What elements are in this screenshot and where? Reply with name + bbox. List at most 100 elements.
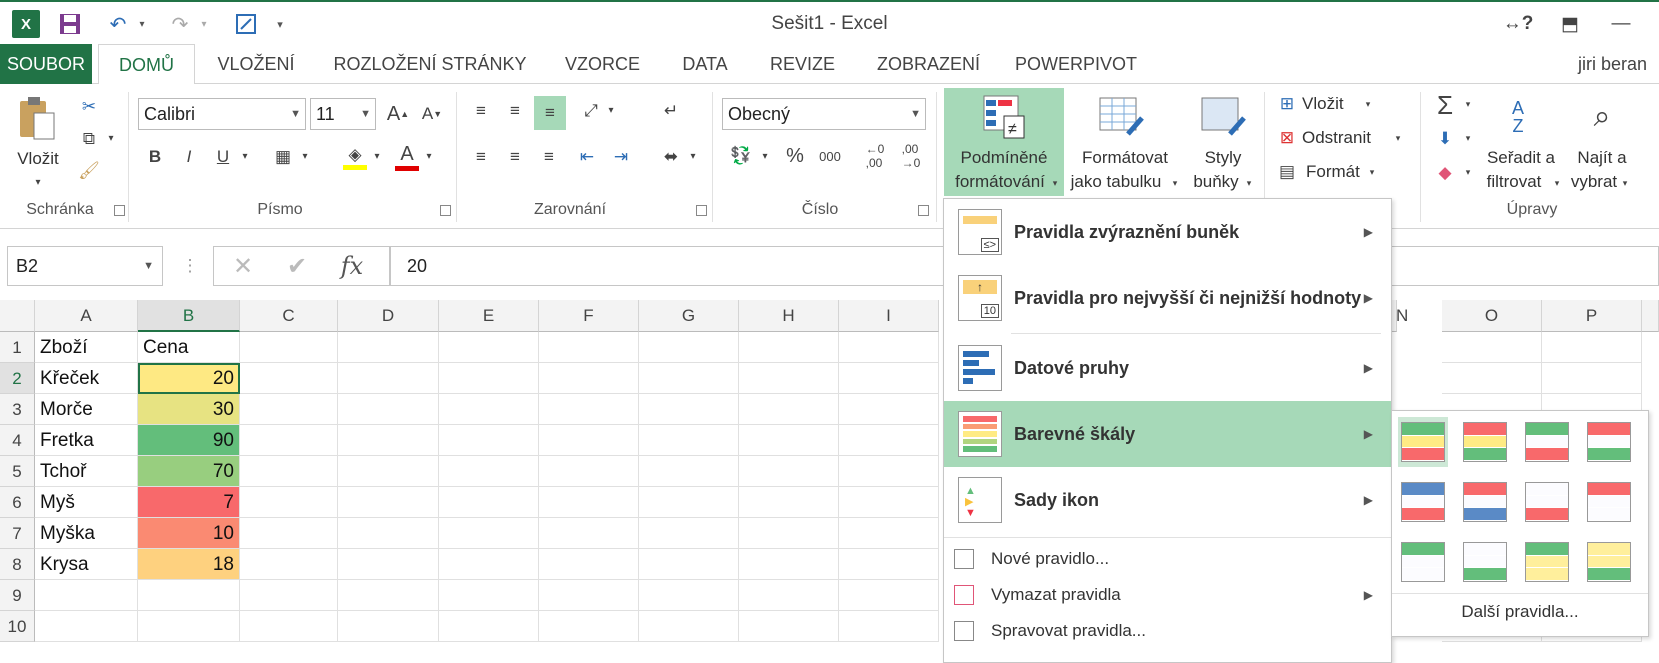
cell[interactable] xyxy=(639,549,739,580)
cell[interactable] xyxy=(739,456,839,487)
chevron-down-icon[interactable]: ▾ xyxy=(1462,128,1474,148)
row-header[interactable]: 2 xyxy=(0,363,35,394)
tab-data[interactable]: DATA xyxy=(670,44,740,84)
chevron-down-icon[interactable]: ▾ xyxy=(1462,94,1474,114)
delete-cells-label[interactable]: Odstranit xyxy=(1302,126,1392,150)
align-middle-icon[interactable]: ≡ xyxy=(500,96,530,126)
cell[interactable] xyxy=(739,425,839,456)
menu-item-icon-sets[interactable]: ▲ ▶ ▼ Sady ikon ▶ xyxy=(944,467,1391,533)
menu-item-manage-rules[interactable]: Spravovat pravidla... xyxy=(944,613,1391,649)
format-cells-icon[interactable]: ▤ xyxy=(1274,160,1300,184)
grow-font-icon[interactable]: A ▲ xyxy=(384,98,412,130)
format-painter-icon[interactable]: 🖌 xyxy=(74,156,104,186)
tab-file[interactable]: SOUBOR xyxy=(0,44,92,84)
cell-styles-label-1[interactable]: Styly xyxy=(1192,146,1254,170)
decrease-decimal-icon[interactable]: ,00 →0 xyxy=(894,140,928,172)
cell[interactable] xyxy=(839,456,939,487)
column-header[interactable]: F xyxy=(539,300,639,332)
font-size-combo[interactable]: 11 ▼ xyxy=(310,98,376,130)
tab-view[interactable]: ZOBRAZENÍ xyxy=(866,44,991,84)
cell[interactable] xyxy=(839,394,939,425)
row-header[interactable]: 7 xyxy=(0,518,35,549)
cell[interactable] xyxy=(539,549,639,580)
user-name[interactable]: jiri beran xyxy=(1578,44,1647,84)
shrink-font-icon[interactable]: A ▼ xyxy=(418,98,446,130)
cell-item[interactable]: Myš xyxy=(35,487,138,518)
format-as-table-label-2[interactable]: jako tabulku xyxy=(1062,170,1170,194)
cell-price[interactable]: 20 xyxy=(138,363,240,394)
alignment-launcher-icon[interactable] xyxy=(696,205,707,216)
cell-price[interactable]: 7 xyxy=(138,487,240,518)
cell-price[interactable]: 70 xyxy=(138,456,240,487)
orientation-dropdown-icon[interactable]: ▾ xyxy=(604,100,618,120)
sort-filter-label-2[interactable]: filtrovat xyxy=(1474,170,1554,194)
enter-icon[interactable]: ✔ xyxy=(282,251,312,281)
cell[interactable] xyxy=(639,487,739,518)
cell[interactable] xyxy=(639,456,739,487)
cancel-icon[interactable]: ✕ xyxy=(228,251,258,281)
cell[interactable] xyxy=(439,580,539,611)
menu-item-new-rule[interactable]: Nové pravidlo... xyxy=(944,541,1391,577)
insert-cells-label[interactable]: Vložit xyxy=(1302,92,1362,116)
conditional-formatting-button[interactable]: ≠ Podmíněné formátování ▾ xyxy=(944,88,1064,196)
cell[interactable] xyxy=(539,332,639,363)
column-header[interactable]: E xyxy=(439,300,539,332)
increase-decimal-icon[interactable]: ←0,00 xyxy=(858,140,892,172)
column-header[interactable]: D xyxy=(338,300,439,332)
cell[interactable] xyxy=(439,611,539,642)
cell[interactable] xyxy=(639,332,739,363)
column-header[interactable]: C xyxy=(240,300,338,332)
cell[interactable] xyxy=(839,363,939,394)
menu-item-top-bottom-rules[interactable]: ↑ 10 Pravidla pro nejvyšší či nejnižší ho… xyxy=(944,265,1391,331)
cell[interactable] xyxy=(839,549,939,580)
cell-styles-label-2[interactable]: buňky xyxy=(1186,170,1246,194)
row-header[interactable]: 10 xyxy=(0,611,35,642)
paste-icon[interactable] xyxy=(14,94,60,144)
cell[interactable] xyxy=(539,394,639,425)
cell[interactable] xyxy=(338,580,439,611)
cell[interactable] xyxy=(338,518,439,549)
cell[interactable] xyxy=(839,580,939,611)
color-scale-option[interactable] xyxy=(1460,417,1510,467)
chevron-down-icon[interactable]: ▾ xyxy=(1366,162,1378,182)
help-icon[interactable]: ↔? xyxy=(1500,10,1536,38)
color-scale-option[interactable] xyxy=(1522,537,1572,587)
color-scale-option[interactable] xyxy=(1460,477,1510,527)
cell[interactable] xyxy=(539,425,639,456)
cell[interactable] xyxy=(1442,332,1542,363)
cell[interactable] xyxy=(439,456,539,487)
cell-item[interactable]: Krysa xyxy=(35,549,138,580)
column-header[interactable]: A xyxy=(35,300,138,332)
cell[interactable] xyxy=(439,394,539,425)
bold-button[interactable]: B xyxy=(142,142,168,172)
cell[interactable] xyxy=(1542,363,1642,394)
cell[interactable] xyxy=(240,611,338,642)
underline-dropdown-icon[interactable]: ▾ xyxy=(238,146,252,166)
cell-styles-icon[interactable] xyxy=(1198,92,1248,142)
cell[interactable] xyxy=(439,487,539,518)
cell[interactable] xyxy=(539,487,639,518)
fill-color-icon[interactable]: ◈ xyxy=(340,140,370,174)
column-header[interactable]: G xyxy=(639,300,739,332)
find-select-icon[interactable]: ⌕ xyxy=(1578,92,1626,142)
menu-item-highlight-rules[interactable]: ≤> Pravidla zvýraznění buněk ▶ xyxy=(944,199,1391,265)
column-header[interactable]: B xyxy=(138,300,240,332)
underline-button[interactable]: U xyxy=(210,142,236,172)
cell[interactable] xyxy=(35,580,138,611)
cell[interactable] xyxy=(240,518,338,549)
cell[interactable] xyxy=(138,580,240,611)
column-header[interactable]: I xyxy=(839,300,939,332)
select-all-corner[interactable] xyxy=(0,300,35,332)
cell-price[interactable]: 30 xyxy=(138,394,240,425)
cell[interactable] xyxy=(240,363,338,394)
cell-price[interactable]: 18 xyxy=(138,549,240,580)
find-select-label-2[interactable]: vybrat xyxy=(1564,170,1624,194)
tab-home[interactable]: DOMŮ xyxy=(98,44,195,85)
color-scale-option[interactable] xyxy=(1584,477,1634,527)
cell[interactable] xyxy=(539,611,639,642)
cell-item[interactable]: Tchoř xyxy=(35,456,138,487)
cell[interactable] xyxy=(338,425,439,456)
tab-powerpivot[interactable]: POWERPIVOT xyxy=(1015,44,1137,84)
cell[interactable] xyxy=(739,332,839,363)
cell[interactable] xyxy=(35,611,138,642)
